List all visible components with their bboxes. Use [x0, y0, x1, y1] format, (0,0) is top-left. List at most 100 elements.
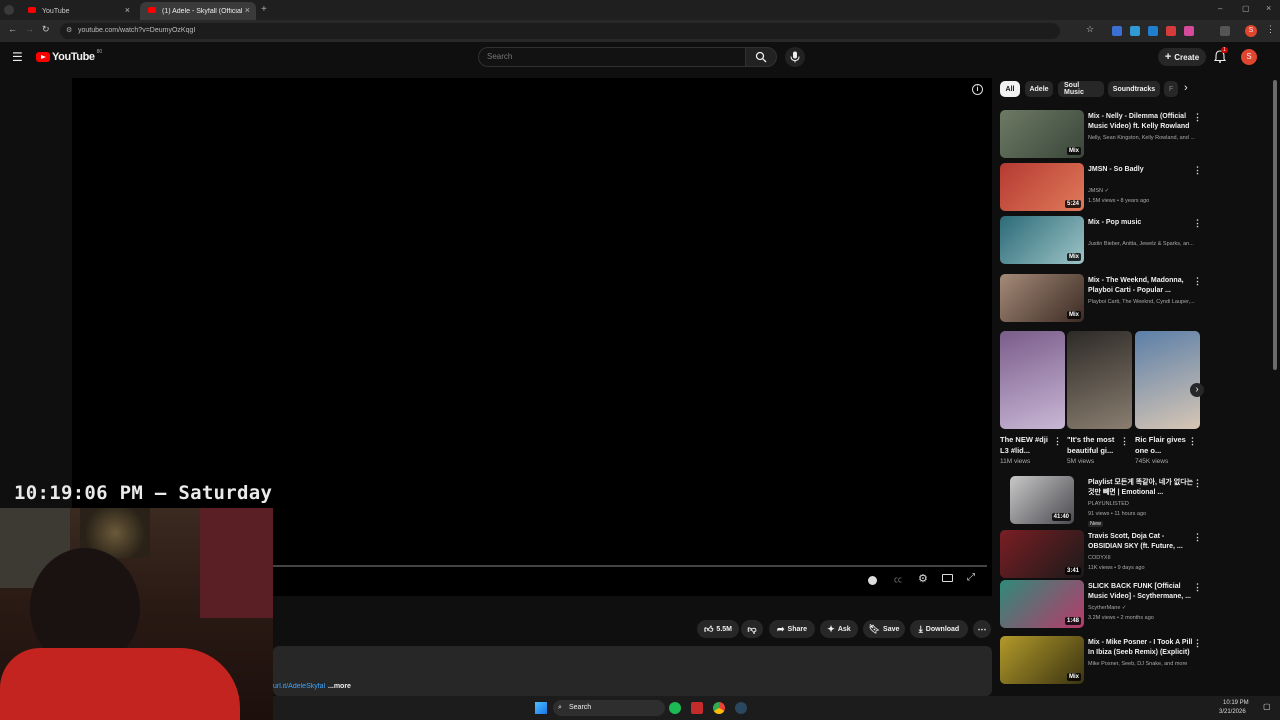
taskbar-time[interactable]: 10:19 PM: [1223, 700, 1249, 706]
voice-search-button[interactable]: [785, 47, 805, 67]
site-info-icon[interactable]: ⚙: [66, 23, 72, 39]
video-thumbnail[interactable]: 3:41: [1000, 530, 1084, 578]
show-more-link[interactable]: ...more: [328, 683, 351, 690]
more-options-icon[interactable]: ⋮: [1193, 532, 1202, 543]
ask-button[interactable]: ✦ Ask: [820, 620, 858, 638]
chip-adele[interactable]: Adele: [1025, 81, 1053, 97]
app-icon[interactable]: [691, 702, 703, 714]
autoplay-toggle-icon[interactable]: [868, 576, 877, 585]
share-button[interactable]: ➦ Share: [769, 620, 815, 638]
notifications-button[interactable]: 1: [1213, 47, 1228, 64]
channel-name[interactable]: JMSN ✓: [1088, 188, 1203, 194]
video-title[interactable]: Mix - Pop music: [1088, 218, 1198, 228]
more-options-icon[interactable]: ⋮: [1193, 218, 1202, 229]
video-thumbnail[interactable]: Mix: [1000, 110, 1084, 158]
channel-name[interactable]: Playboi Carti, The Weeknd, Cyndi Lauper,…: [1088, 299, 1203, 305]
shorts-next-chevron-icon[interactable]: ›: [1190, 383, 1204, 397]
more-options-icon[interactable]: ⋮: [1193, 276, 1202, 287]
extension-icon[interactable]: [1112, 26, 1122, 36]
back-icon[interactable]: ←: [8, 24, 17, 34]
short-thumbnail[interactable]: [1135, 331, 1200, 429]
extension-icon[interactable]: [1130, 26, 1140, 36]
new-tab-button[interactable]: +: [261, 4, 267, 15]
more-options-icon[interactable]: ⋮: [1193, 478, 1202, 489]
channel-name[interactable]: Justin Bieber, Anitta, Jewelz & Sparks, …: [1088, 241, 1203, 247]
video-title[interactable]: Mix - Mike Posner - I Took A Pill In Ibi…: [1088, 638, 1198, 658]
description-box[interactable]: url.it/AdeleSkyfall ...more: [273, 646, 992, 696]
hamburger-menu-icon[interactable]: ☰: [12, 50, 23, 64]
tab-search-button[interactable]: [4, 5, 14, 15]
short-thumbnail[interactable]: [1000, 331, 1065, 429]
chip-soul-music[interactable]: Soul Music: [1058, 81, 1104, 97]
taskbar-search[interactable]: ⌕ Search: [553, 700, 665, 716]
video-title[interactable]: Playlist 모든게 똑같아, 네가 없다는 것만 빼면 | Emotion…: [1088, 478, 1198, 498]
miniplayer-icon[interactable]: [942, 574, 953, 582]
youtube-logo[interactable]: YouTube 80: [36, 49, 102, 63]
more-options-icon[interactable]: ⋮: [1193, 582, 1202, 593]
short-title[interactable]: "It's the most beautiful gi...: [1067, 434, 1123, 456]
windows-start-icon[interactable]: [535, 702, 547, 714]
browser-menu-icon[interactable]: ⋮: [1266, 24, 1275, 35]
more-actions-button[interactable]: ⋯: [973, 620, 991, 638]
info-icon[interactable]: i: [972, 84, 983, 95]
create-button[interactable]: + Create: [1158, 48, 1206, 66]
video-title[interactable]: JMSN - So Badly: [1088, 165, 1198, 175]
more-options-icon[interactable]: ⋮: [1193, 638, 1202, 649]
channel-name[interactable]: Mike Posner, Seeb, DJ Snake, and more: [1088, 661, 1203, 667]
taskbar-date[interactable]: 3/21/2026: [1219, 709, 1246, 715]
scrollbar-thumb[interactable]: [1273, 80, 1277, 370]
maximize-icon[interactable]: ▢: [1242, 4, 1250, 13]
forward-icon[interactable]: →: [25, 24, 34, 34]
video-thumbnail[interactable]: Mix: [1000, 274, 1084, 322]
bookmark-star-icon[interactable]: ☆: [1086, 24, 1094, 35]
progress-bar[interactable]: [272, 565, 987, 567]
chip-soundtracks[interactable]: Soundtracks: [1108, 81, 1160, 97]
short-thumbnail[interactable]: [1067, 331, 1132, 429]
like-button[interactable]: 👍︎ 5.5M: [697, 620, 739, 638]
channel-name[interactable]: Nelly, Sean Kingston, Kelly Rowland, and…: [1088, 135, 1203, 141]
chrome-icon[interactable]: [713, 702, 725, 714]
more-options-icon[interactable]: ⋮: [1193, 165, 1202, 176]
video-thumbnail[interactable]: 5:24: [1000, 163, 1084, 211]
short-title[interactable]: The NEW #dji L3 #lid...: [1000, 434, 1056, 456]
save-button[interactable]: 🔖︎ Save: [863, 620, 905, 638]
minimize-icon[interactable]: –: [1218, 4, 1222, 13]
video-thumbnail[interactable]: 1:48: [1000, 580, 1084, 628]
extension-icon[interactable]: [1166, 26, 1176, 36]
chip-all[interactable]: All: [1000, 81, 1020, 97]
notification-center-icon[interactable]: ▢: [1263, 702, 1271, 711]
address-bar[interactable]: ⚙ youtube.com/watch?v=DeumyOzKqgI: [60, 23, 1060, 39]
settings-gear-icon[interactable]: ⚙: [918, 572, 928, 585]
more-options-icon[interactable]: ⋮: [1053, 436, 1062, 447]
chips-next-chevron-icon[interactable]: ›: [1184, 82, 1188, 94]
close-window-icon[interactable]: ×: [1266, 3, 1271, 13]
tab-adele-skyfall[interactable]: (1) Adele - Skyfall (Official Lyric ×: [140, 2, 256, 20]
tab-youtube[interactable]: YouTube ×: [20, 2, 136, 20]
extensions-puzzle-icon[interactable]: [1220, 26, 1230, 36]
account-avatar[interactable]: S: [1241, 49, 1257, 65]
reload-icon[interactable]: ↻: [42, 24, 50, 35]
more-options-icon[interactable]: ⋮: [1188, 436, 1197, 447]
video-title[interactable]: Mix - Nelly - Dilemma (Official Music Vi…: [1088, 112, 1198, 132]
video-title[interactable]: Mix - The Weeknd, Madonna, Playboi Carti…: [1088, 276, 1198, 296]
profile-avatar[interactable]: S: [1245, 25, 1257, 37]
video-thumbnail[interactable]: 41:40: [1010, 476, 1074, 524]
video-thumbnail[interactable]: Mix: [1000, 216, 1084, 264]
spotify-icon[interactable]: [669, 702, 681, 714]
subtitles-icon[interactable]: ㏄: [894, 574, 902, 585]
extension-icon[interactable]: [1148, 26, 1158, 36]
more-options-icon[interactable]: ⋮: [1193, 112, 1202, 123]
video-thumbnail[interactable]: Mix: [1000, 636, 1084, 684]
description-link[interactable]: url.it/AdeleSkyfall: [273, 683, 325, 690]
download-button[interactable]: ⤓ Download: [910, 620, 968, 638]
close-tab-icon[interactable]: ×: [125, 5, 130, 15]
short-title[interactable]: Ric Flair gives one o...: [1135, 434, 1191, 456]
more-options-icon[interactable]: ⋮: [1120, 436, 1129, 447]
video-title[interactable]: Travis Scott, Doja Cat - OBSIDIAN SKY (f…: [1088, 532, 1198, 552]
close-tab-icon[interactable]: ×: [245, 5, 250, 15]
channel-name[interactable]: ScytherMane ✓: [1088, 605, 1203, 611]
chip-partial[interactable]: F: [1164, 81, 1178, 97]
fullscreen-icon[interactable]: ⤢: [967, 572, 975, 583]
search-input[interactable]: Search: [478, 47, 746, 67]
video-title[interactable]: SLICK BACK FUNK [Official Music Video] -…: [1088, 582, 1198, 602]
